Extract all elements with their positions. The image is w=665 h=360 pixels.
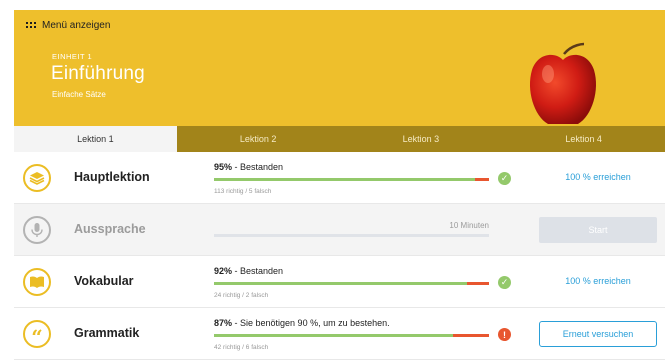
result-text: - Bestanden [232, 162, 284, 172]
unit-subtitle: Einfache Sätze [52, 90, 106, 99]
result-text: - Sie benötigen 90 %, um zu bestehen. [232, 318, 390, 328]
score-bar [214, 282, 489, 285]
lesson-list: Hauptlektion 95% - Bestanden 113 richtig… [14, 152, 665, 360]
tab-lektion-1[interactable]: Lektion 1 [14, 126, 177, 152]
lesson-title: Hauptlektion [74, 170, 150, 184]
start-button[interactable]: Start [539, 217, 657, 243]
lesson-result: 87% - Sie benötigen 90 %, um zu bestehen… [214, 318, 390, 328]
result-percent: 87% [214, 318, 233, 328]
achieve-100-link[interactable]: 100 % erreichen [540, 276, 656, 286]
tab-lektion-2[interactable]: Lektion 2 [177, 126, 340, 152]
course-panel: Menü anzeigen EINHEIT 1 Einführung Einfa… [14, 10, 665, 360]
layers-icon [23, 164, 51, 192]
lesson-row-grammatik[interactable]: “ Grammatik 87% - Sie benötigen 90 %, um… [14, 308, 665, 360]
lesson-tabs: Lektion 1 Lektion 2 Lektion 3 Lektion 4 [14, 126, 665, 152]
quote-icon: “ [23, 320, 51, 348]
score-bar-wrong [467, 282, 489, 285]
unit-label: EINHEIT 1 [52, 52, 93, 61]
retry-button[interactable]: Erneut versuchen [539, 321, 657, 347]
menu-toggle[interactable]: Menü anzeigen [26, 20, 110, 31]
microphone-icon [23, 216, 51, 244]
check-icon: ✓ [498, 276, 511, 289]
score-bar-wrong [475, 178, 489, 181]
result-percent: 95% [214, 162, 233, 172]
score-bar-correct [214, 334, 454, 337]
score-bar [214, 334, 489, 337]
answer-counts: 113 richtig / 5 falsch [214, 188, 272, 195]
lesson-title: Vokabular [74, 274, 134, 288]
unit-title: Einführung [51, 63, 145, 84]
score-bar-correct [214, 282, 467, 285]
score-bar [214, 178, 489, 181]
lesson-result: 95% - Bestanden [214, 162, 283, 172]
unit-header: Menü anzeigen EINHEIT 1 Einführung Einfa… [14, 10, 665, 126]
progress-bar-empty [214, 234, 489, 237]
apple-illustration [529, 42, 597, 124]
lesson-row-aussprache[interactable]: Aussprache 10 Minuten Start [14, 204, 665, 256]
result-percent: 92% [214, 266, 233, 276]
lesson-result: 92% - Bestanden [214, 266, 283, 276]
check-icon: ✓ [498, 172, 511, 185]
lesson-row-hauptlektion[interactable]: Hauptlektion 95% - Bestanden 113 richtig… [14, 152, 665, 204]
achieve-100-link[interactable]: 100 % erreichen [540, 172, 656, 182]
tab-lektion-4[interactable]: Lektion 4 [502, 126, 665, 152]
lesson-duration: 10 Minuten [449, 221, 489, 230]
answer-counts: 42 richtig / 6 falsch [214, 344, 269, 351]
tab-lektion-3[interactable]: Lektion 3 [340, 126, 503, 152]
result-text: - Bestanden [232, 266, 284, 276]
answer-counts: 24 richtig / 2 falsch [214, 292, 269, 299]
lesson-row-vokabular[interactable]: Vokabular 92% - Bestanden 24 richtig / 2… [14, 256, 665, 308]
alert-icon: ! [498, 328, 511, 341]
menu-label: Menü anzeigen [42, 20, 111, 31]
grid-icon [26, 21, 36, 30]
score-bar-correct [214, 178, 476, 181]
lesson-title: Aussprache [74, 222, 146, 236]
book-icon [23, 268, 51, 296]
score-bar-wrong [453, 334, 489, 337]
lesson-title: Grammatik [74, 326, 140, 340]
